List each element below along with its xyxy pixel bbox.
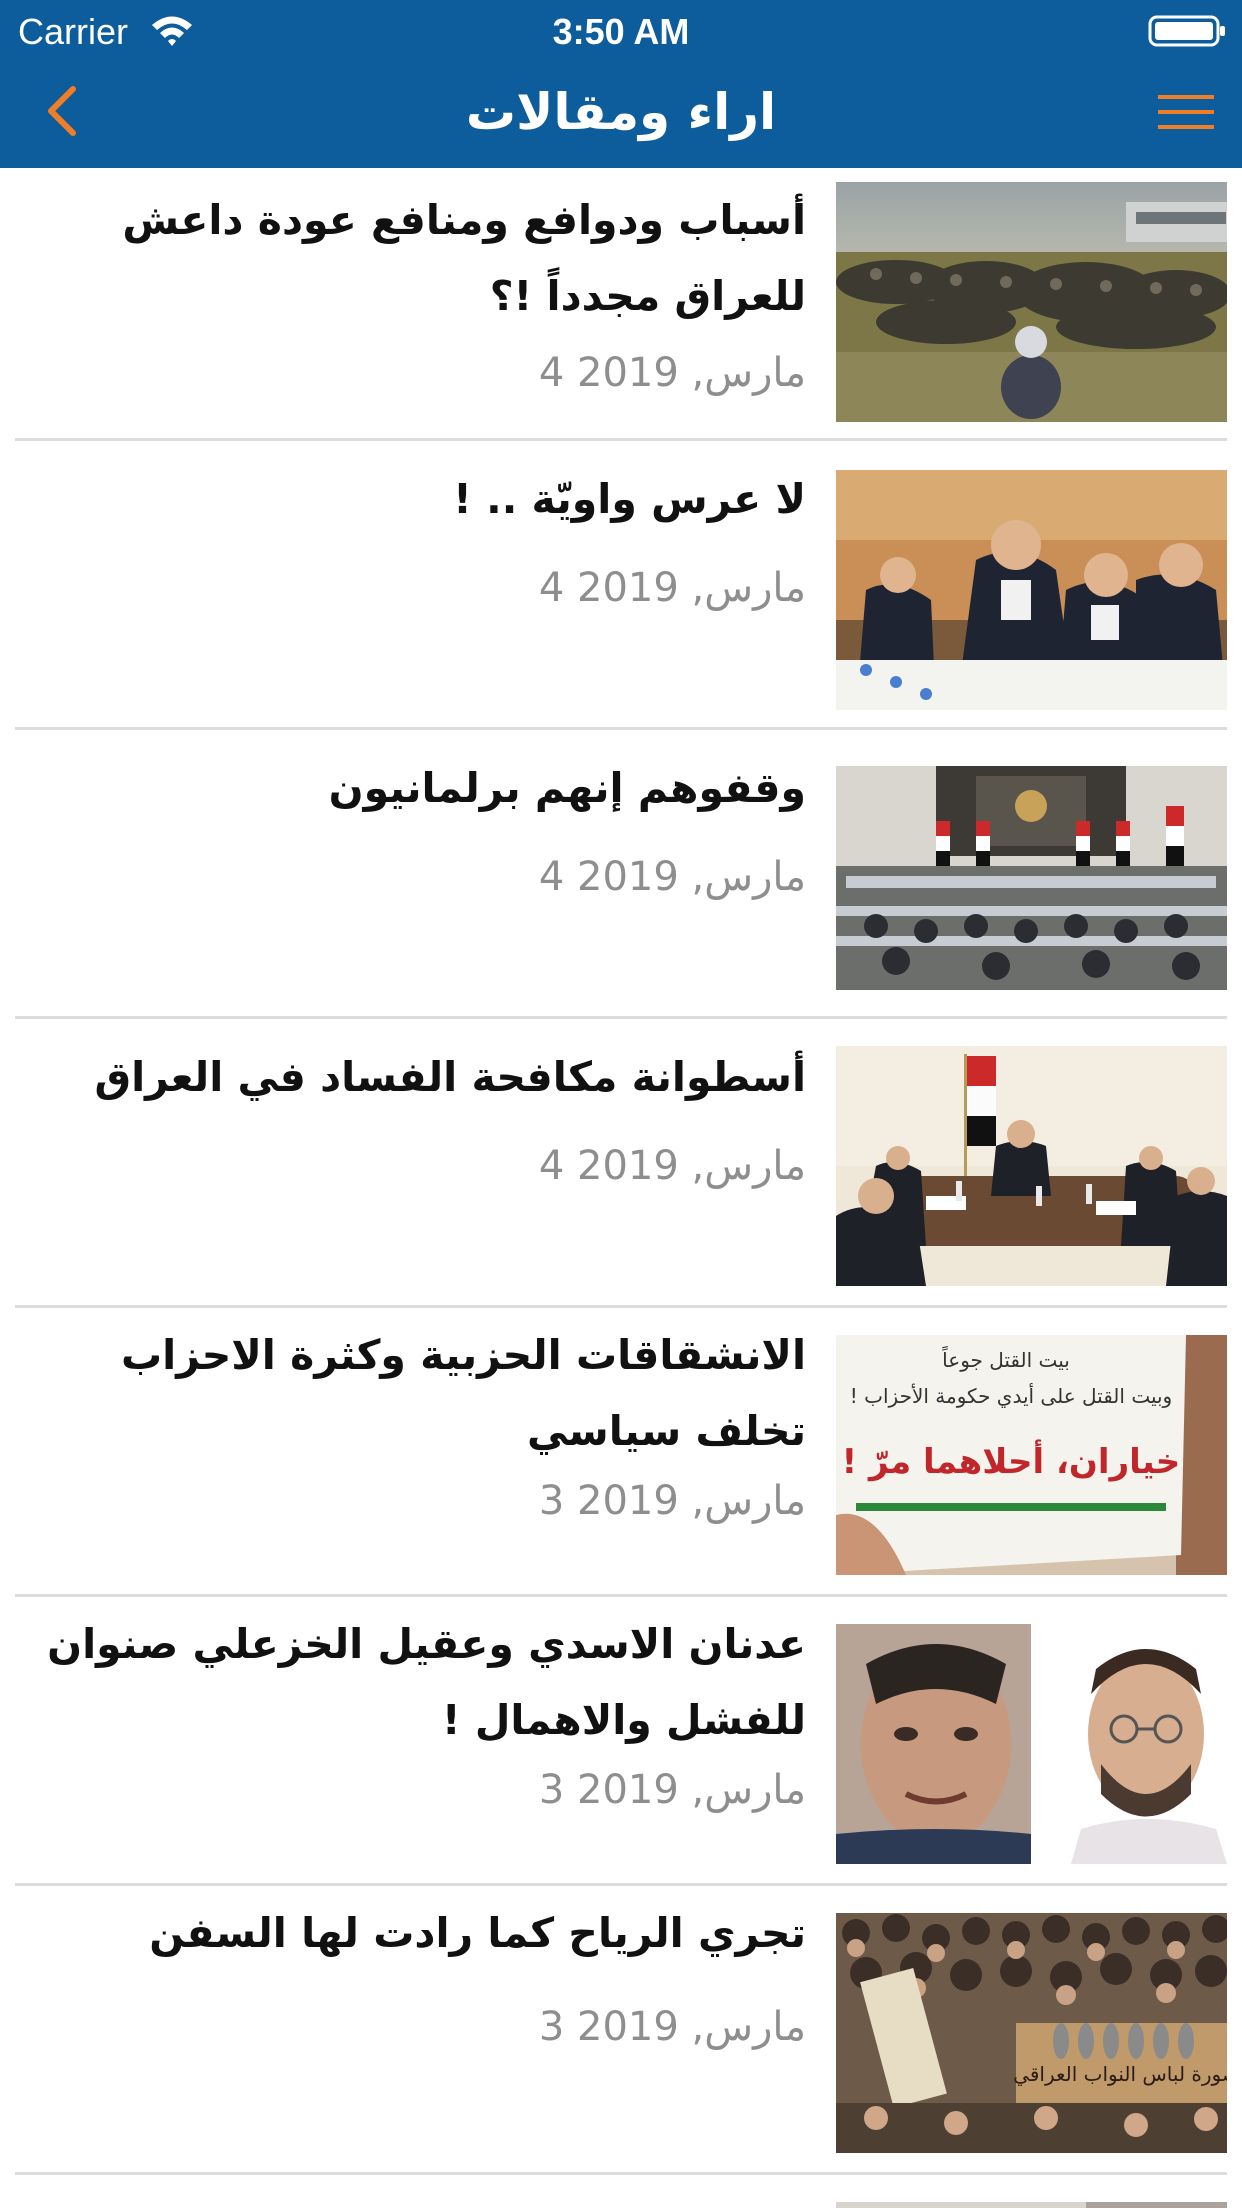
sign-line-1: بيت القتل جوعاً — [942, 1346, 1070, 1372]
sign-line-2: وبيت القتل على أيدي حكومة الأحزاب ! — [850, 1383, 1172, 1409]
article-item[interactable]: لا عرس واويّة .. ! 4 مارس, 2019 — [0, 441, 1242, 730]
header: Carrier 3:50 AM اراء ومقالات — [0, 0, 1242, 168]
article-thumbnail — [836, 182, 1227, 422]
article-title: لا عرس واويّة .. ! — [453, 475, 806, 523]
article-title: أسباب ودوافع ومنافع عودة داعش للعراق مجد… — [122, 196, 806, 320]
article-date: 3 مارس, 2019 — [538, 1478, 806, 1524]
article-date: 4 مارس, 2019 — [538, 350, 806, 396]
article-thumbnail — [836, 766, 1227, 990]
article-date: 4 مارس, 2019 — [538, 565, 806, 611]
battery-icon — [1148, 14, 1228, 48]
article-item[interactable]: صورة لباس النواب العراقي تجري الرياح كما… — [0, 1886, 1242, 2175]
article-thumbnail — [836, 2202, 1227, 2208]
article-thumbnail: صورة لباس النواب العراقي — [836, 1913, 1227, 2153]
article-date: 4 مارس, 2019 — [538, 1143, 806, 1189]
article-item[interactable]: وقفوهم إنهم برلمانيون 4 مارس, 2019 — [0, 730, 1242, 1019]
article-item-partial[interactable] — [0, 2175, 1242, 2208]
hamburger-menu-icon — [1156, 92, 1216, 136]
article-thumbnail — [836, 1624, 1227, 1864]
article-date: 3 مارس, 2019 — [538, 2004, 806, 2050]
navigation-bar: اراء ومقالات — [0, 60, 1242, 168]
article-title: عدنان الاسدي وعقيل الخزعلي صنوان للفشل و… — [47, 1620, 806, 1744]
article-item[interactable]: بيت القتل جوعاً وبيت القتل على أيدي حكوم… — [0, 1308, 1242, 1597]
article-item[interactable]: أسباب ودوافع ومنافع عودة داعش للعراق مجد… — [0, 168, 1242, 441]
page-title: اراء ومقالات — [465, 83, 777, 141]
article-thumbnail — [836, 470, 1227, 710]
article-title: أسطوانة مكافحة الفساد في العراق — [94, 1053, 806, 1101]
status-time: 3:50 AM — [552, 11, 690, 52]
sign-line-3: خياران، أحلاهما مرّ ! — [842, 1439, 1181, 1482]
article-item[interactable]: أسطوانة مكافحة الفساد في العراق 4 مارس, … — [0, 1019, 1242, 1308]
article-thumbnail — [836, 1046, 1227, 1286]
article-date: 3 مارس, 2019 — [538, 1767, 806, 1813]
article-item[interactable]: عدنان الاسدي وعقيل الخزعلي صنوان للفشل و… — [0, 1597, 1242, 1886]
status-bar: Carrier 3:50 AM — [0, 0, 1242, 60]
article-title: الانشقاقات الحزبية وكثرة الاحزاب تخلف سي… — [120, 1331, 806, 1455]
sign-text: صورة لباس النواب العراقي — [1013, 2062, 1227, 2087]
menu-button[interactable] — [1152, 84, 1220, 144]
article-title: وقفوهم إنهم برلمانيون — [328, 764, 806, 812]
articles-list: أسباب ودوافع ومنافع عودة داعش للعراق مجد… — [0, 168, 1242, 2208]
article-thumbnail: بيت القتل جوعاً وبيت القتل على أيدي حكوم… — [836, 1335, 1227, 1575]
article-date: 4 مارس, 2019 — [538, 854, 806, 900]
article-title: تجري الرياح كما رادت لها السفن — [149, 1909, 806, 1957]
